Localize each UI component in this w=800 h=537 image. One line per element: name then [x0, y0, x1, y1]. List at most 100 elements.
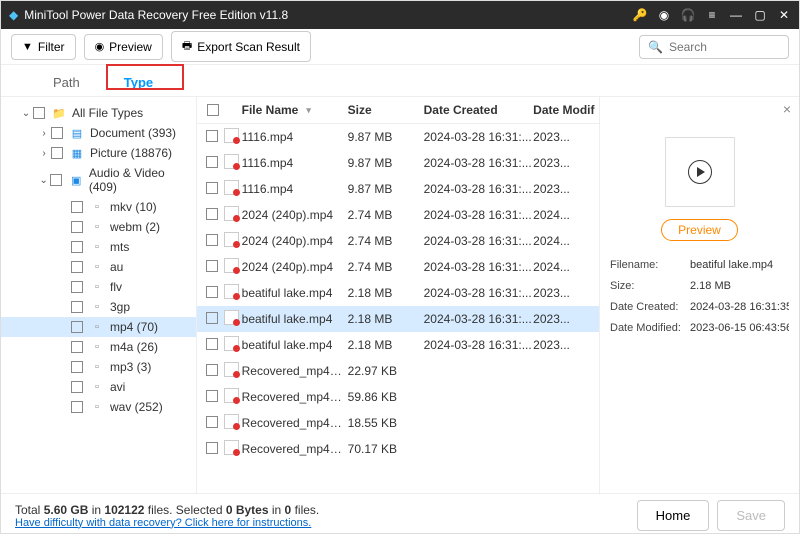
checkbox[interactable] [71, 281, 83, 293]
export-button[interactable]: 🖶Export Scan Result [171, 31, 311, 62]
menu-icon[interactable]: ≡ [705, 8, 719, 22]
col-created[interactable]: Date Created [424, 103, 534, 117]
home-button[interactable]: Home [637, 500, 710, 531]
tab-bar: Path Type [1, 65, 799, 97]
picture-icon: ▦ [69, 146, 85, 160]
checkbox[interactable] [71, 381, 83, 393]
tree-ext-wav[interactable]: ▫wav (252) [1, 397, 196, 417]
checkbox[interactable] [71, 241, 83, 253]
checkbox[interactable] [50, 174, 62, 186]
checkbox[interactable] [71, 301, 83, 313]
row-checkbox[interactable] [206, 338, 218, 350]
file-row[interactable]: Recovered_mp4_f...70.17 KB [197, 436, 599, 462]
search-box[interactable]: 🔍 [639, 35, 789, 59]
cell-filename: Recovered_mp4_f... [242, 442, 348, 456]
row-checkbox[interactable] [206, 364, 218, 376]
row-checkbox[interactable] [206, 312, 218, 324]
checkbox[interactable] [71, 221, 83, 233]
chevron-right-icon[interactable]: › [37, 128, 51, 139]
help-link[interactable]: Have difficulty with data recovery? Clic… [15, 517, 629, 529]
col-filename[interactable]: File Name▾ [242, 103, 348, 117]
col-modified[interactable]: Date Modif [533, 103, 595, 117]
file-icon: ▫ [89, 380, 105, 394]
row-checkbox[interactable] [206, 260, 218, 272]
checkbox[interactable] [33, 107, 45, 119]
disc-icon[interactable]: ◉ [657, 8, 671, 22]
file-list-body[interactable]: 1116.mp49.87 MB2024-03-28 16:31:...2023.… [197, 124, 599, 493]
file-row[interactable]: 1116.mp49.87 MB2024-03-28 16:31:...2023.… [197, 176, 599, 202]
tree-ext-mp4[interactable]: ▫mp4 (70) [1, 317, 196, 337]
select-all-checkbox[interactable] [207, 104, 219, 116]
row-checkbox[interactable] [206, 234, 218, 246]
preview-button[interactable]: ◉Preview [84, 34, 163, 60]
file-row[interactable]: 2024 (240p).mp42.74 MB2024-03-28 16:31:.… [197, 202, 599, 228]
cell-filename: 2024 (240p).mp4 [242, 234, 348, 248]
file-row[interactable]: beatiful lake.mp42.18 MB2024-03-28 16:31… [197, 306, 599, 332]
row-checkbox[interactable] [206, 416, 218, 428]
file-row[interactable]: beatiful lake.mp42.18 MB2024-03-28 16:31… [197, 280, 599, 306]
checkbox[interactable] [71, 261, 83, 273]
eye-icon: ◉ [95, 40, 105, 53]
audio-video-icon: ▣ [68, 173, 83, 187]
minimize-icon[interactable]: — [729, 8, 743, 22]
tree-ext-mts[interactable]: ▫mts [1, 237, 196, 257]
row-checkbox[interactable] [206, 130, 218, 142]
video-file-icon [224, 284, 239, 299]
close-icon[interactable]: ✕ [777, 8, 791, 22]
tree-ext-au[interactable]: ▫au [1, 257, 196, 277]
checkbox[interactable] [51, 127, 63, 139]
preview-open-button[interactable]: Preview [661, 219, 738, 241]
sidebar-tree[interactable]: ⌄ 📁 All File Types › ▤ Document (393) › … [1, 97, 197, 493]
tab-path[interactable]: Path [31, 69, 102, 96]
close-preview-icon[interactable]: × [783, 101, 791, 117]
checkbox[interactable] [71, 361, 83, 373]
cell-filename: Recovered_mp4_f... [242, 390, 348, 404]
save-button[interactable]: Save [717, 500, 785, 531]
row-checkbox[interactable] [206, 182, 218, 194]
tree-ext-mkv[interactable]: ▫mkv (10) [1, 197, 196, 217]
filter-button[interactable]: ▼Filter [11, 34, 76, 60]
tree-ext-3gp[interactable]: ▫3gp [1, 297, 196, 317]
file-row[interactable]: 2024 (240p).mp42.74 MB2024-03-28 16:31:.… [197, 254, 599, 280]
file-row[interactable]: Recovered_mp4_f...18.55 KB [197, 410, 599, 436]
file-row[interactable]: Recovered_mp4_f...22.97 KB [197, 358, 599, 384]
row-checkbox[interactable] [206, 286, 218, 298]
checkbox[interactable] [51, 147, 63, 159]
tree-ext-mp3[interactable]: ▫mp3 (3) [1, 357, 196, 377]
file-row[interactable]: Recovered_mp4_f...59.86 KB [197, 384, 599, 410]
tree-ext-avi[interactable]: ▫avi [1, 377, 196, 397]
cell-created: 2024-03-28 16:31:... [424, 286, 534, 300]
file-row[interactable]: 1116.mp49.87 MB2024-03-28 16:31:...2023.… [197, 150, 599, 176]
col-size[interactable]: Size [348, 103, 424, 117]
tree-ext-webm[interactable]: ▫webm (2) [1, 217, 196, 237]
file-row[interactable]: 1116.mp49.87 MB2024-03-28 16:31:...2023.… [197, 124, 599, 150]
chevron-down-icon[interactable]: ⌄ [37, 175, 50, 186]
file-icon: ▫ [89, 260, 105, 274]
row-checkbox[interactable] [206, 156, 218, 168]
tab-type[interactable]: Type [102, 69, 175, 96]
checkbox[interactable] [71, 341, 83, 353]
row-checkbox[interactable] [206, 208, 218, 220]
headset-icon[interactable]: 🎧 [681, 8, 695, 22]
search-input[interactable] [669, 40, 780, 54]
cell-size: 9.87 MB [348, 182, 424, 196]
tree-picture[interactable]: › ▦ Picture (18876) [1, 143, 196, 163]
maximize-icon[interactable]: ▢ [753, 8, 767, 22]
chevron-down-icon[interactable]: ⌄ [19, 108, 33, 119]
row-checkbox[interactable] [206, 442, 218, 454]
tree-audio-video[interactable]: ⌄ ▣ Audio & Video (409) [1, 163, 196, 197]
checkbox[interactable] [71, 401, 83, 413]
checkbox[interactable] [71, 201, 83, 213]
checkbox[interactable] [71, 321, 83, 333]
tree-root[interactable]: ⌄ 📁 All File Types [1, 103, 196, 123]
file-row[interactable]: beatiful lake.mp42.18 MB2024-03-28 16:31… [197, 332, 599, 358]
cell-modified: 2023... [533, 338, 595, 352]
key-icon[interactable]: 🔑 [633, 8, 647, 22]
chevron-right-icon[interactable]: › [37, 148, 51, 159]
main-area: ⌄ 📁 All File Types › ▤ Document (393) › … [1, 97, 799, 493]
tree-ext-flv[interactable]: ▫flv [1, 277, 196, 297]
file-row[interactable]: 2024 (240p).mp42.74 MB2024-03-28 16:31:.… [197, 228, 599, 254]
tree-document[interactable]: › ▤ Document (393) [1, 123, 196, 143]
row-checkbox[interactable] [206, 390, 218, 402]
tree-ext-m4a[interactable]: ▫m4a (26) [1, 337, 196, 357]
